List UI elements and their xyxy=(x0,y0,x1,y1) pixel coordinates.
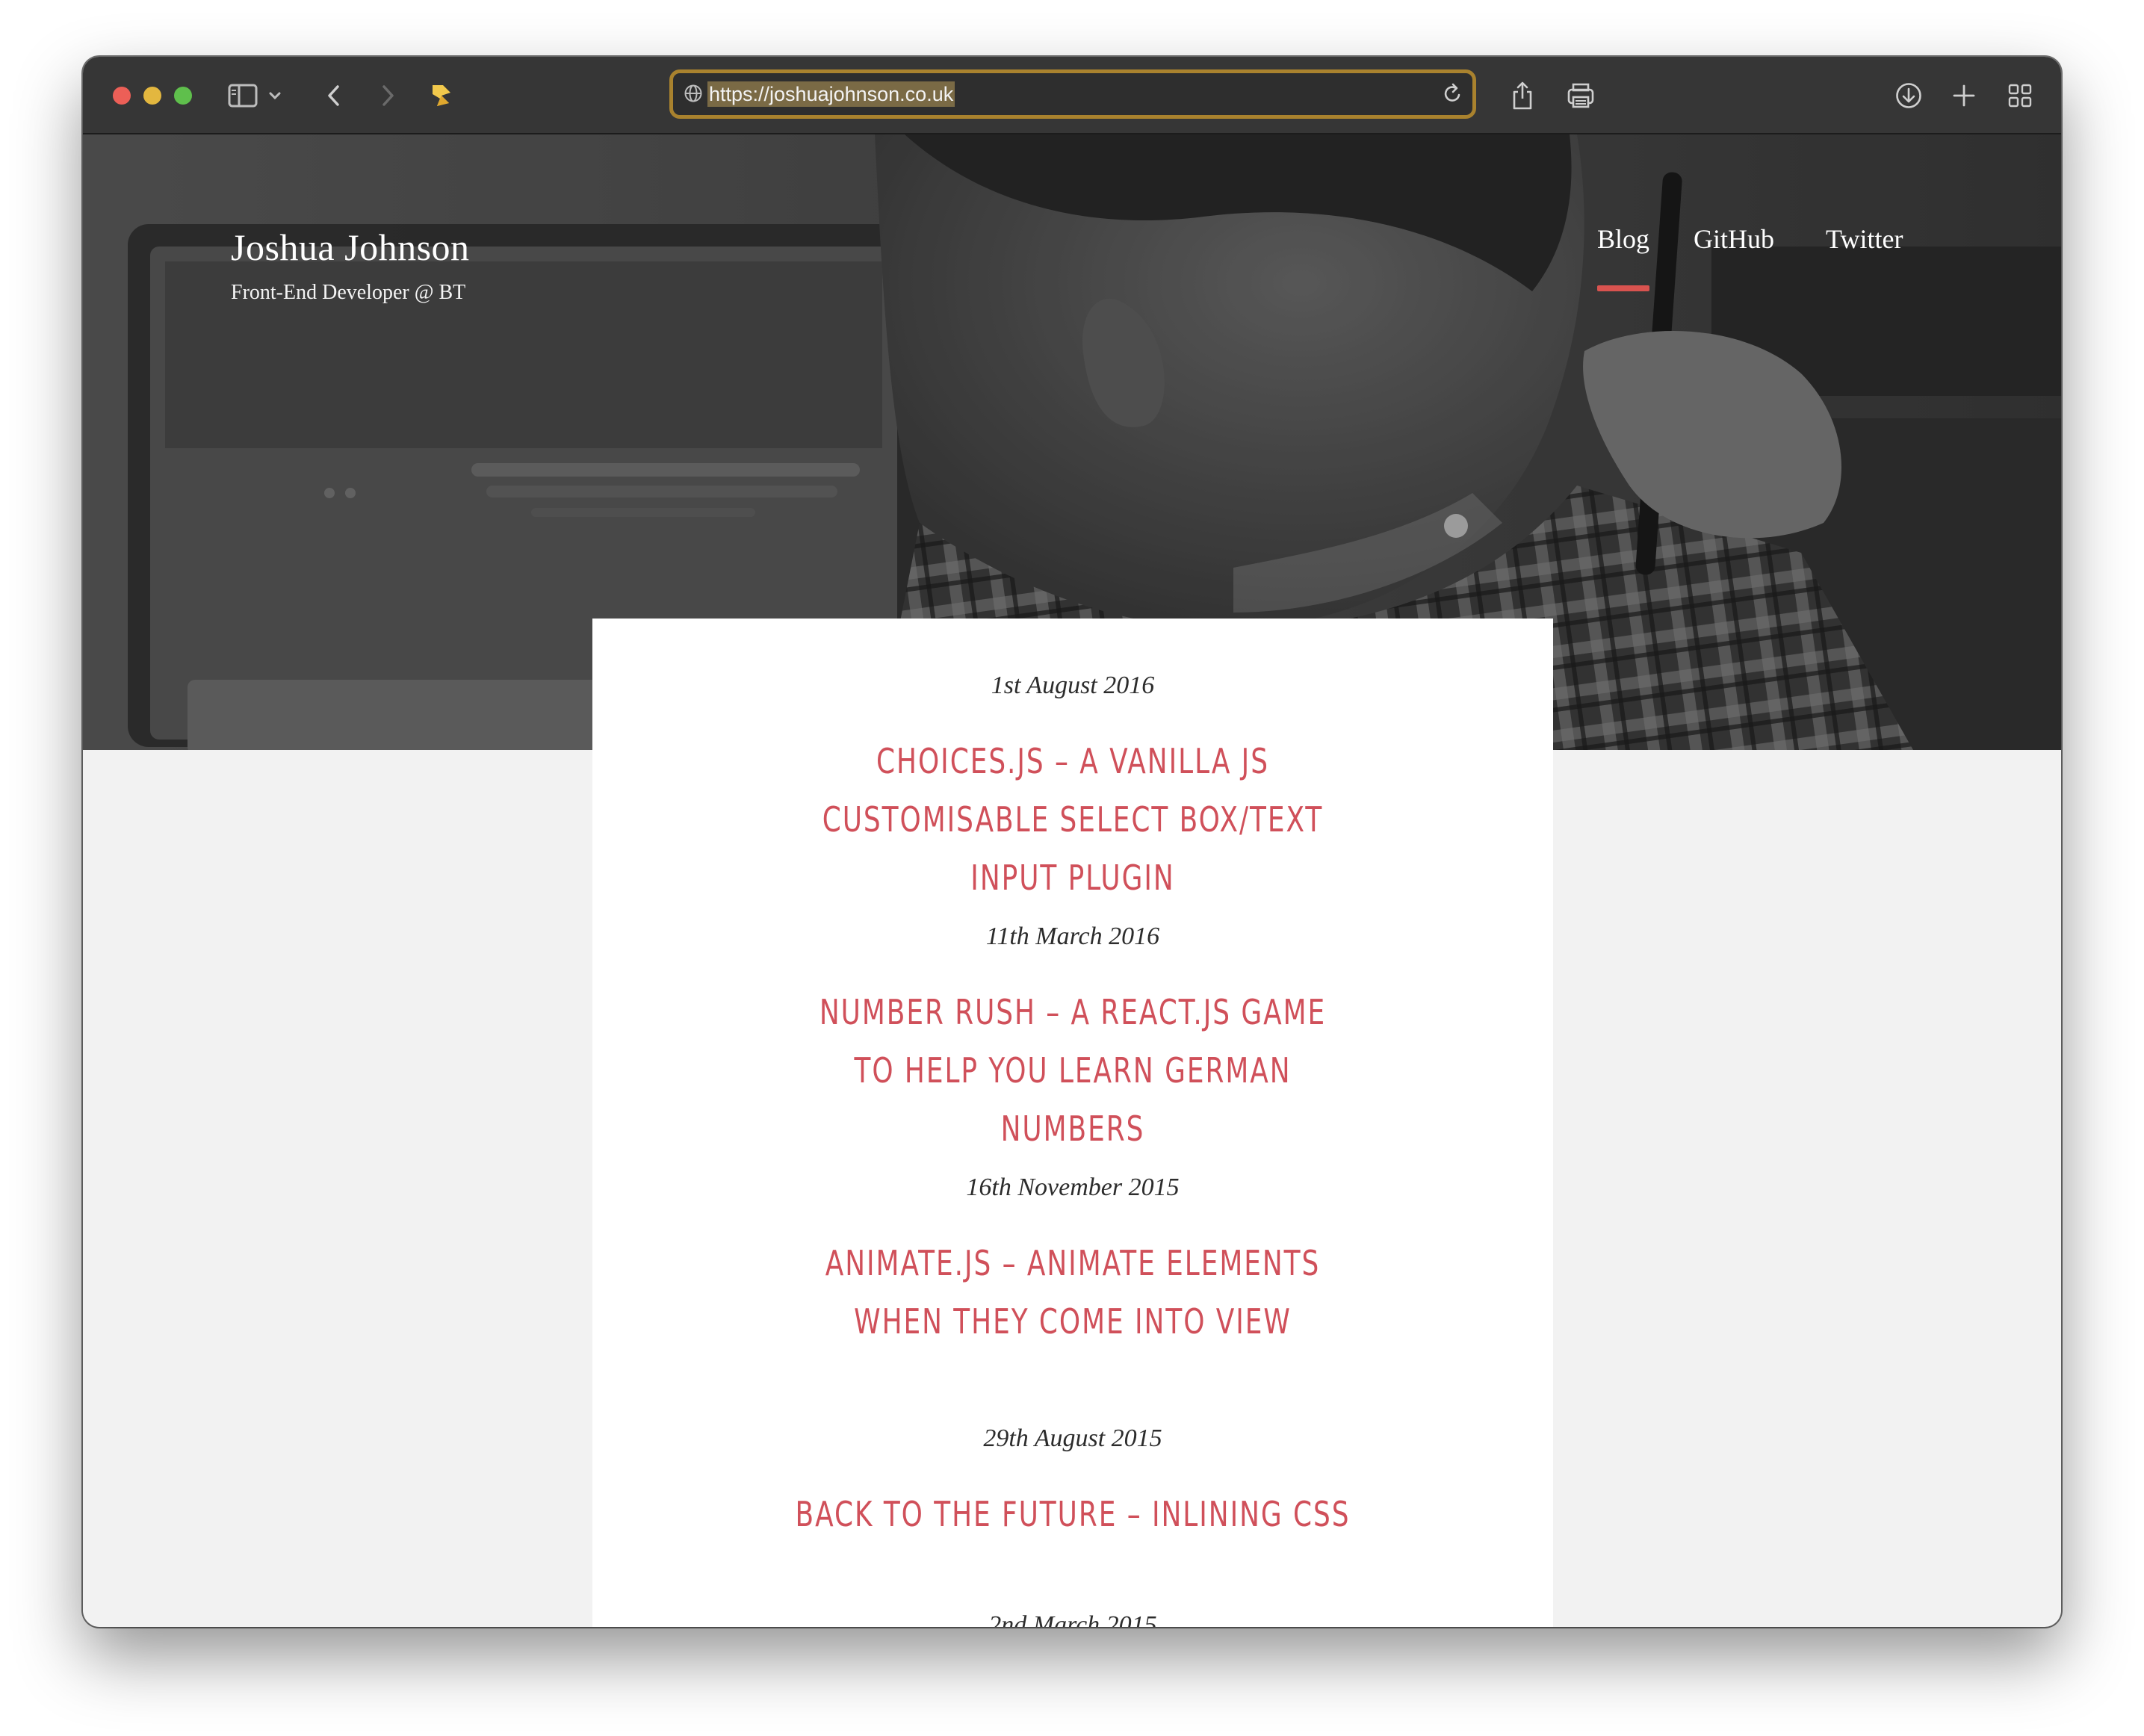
nav-item-blog[interactable]: Blog xyxy=(1597,223,1650,291)
globe-icon xyxy=(684,84,703,107)
site-subtitle: Front-End Developer @ BT xyxy=(231,281,466,304)
forward-icon[interactable] xyxy=(370,78,406,114)
site-title[interactable]: Joshua Johnson xyxy=(231,226,470,269)
post-item: 11th March 2016 Number Rush – A React.js… xyxy=(592,922,1553,1158)
sidebar-icon[interactable] xyxy=(225,78,261,114)
post-date: 11th March 2016 xyxy=(985,923,1160,950)
post-item: 16th November 2015 Animate.js – Animate … xyxy=(592,1173,1553,1351)
browser-toolbar: https://joshuajohnson.co.uk xyxy=(83,57,2061,134)
share-icon[interactable] xyxy=(1505,78,1540,114)
reload-icon[interactable] xyxy=(1443,82,1463,108)
print-icon[interactable] xyxy=(1563,78,1599,114)
tab-overview-icon[interactable] xyxy=(2002,78,2038,114)
post-title-link[interactable]: Choices.js – A vanilla JS customisable s… xyxy=(799,732,1346,907)
chevron-down-icon[interactable] xyxy=(264,78,286,114)
post-title-link[interactable]: Animate.js – Animate elements when they … xyxy=(799,1234,1346,1351)
url-text[interactable]: https://joshuajohnson.co.uk xyxy=(707,81,955,107)
new-tab-icon[interactable] xyxy=(1946,78,1982,114)
post-item: 2nd March 2015 xyxy=(592,1611,1553,1627)
zoom-window-button[interactable] xyxy=(174,87,192,105)
minimize-window-button[interactable] xyxy=(143,87,161,105)
download-icon[interactable] xyxy=(1891,78,1927,114)
post-item: 1st August 2016 Choices.js – A vanilla J… xyxy=(592,671,1553,907)
post-item: 29th August 2015 Back to the future – In… xyxy=(592,1424,1553,1543)
back-icon[interactable] xyxy=(316,78,352,114)
address-bar[interactable]: https://joshuajohnson.co.uk xyxy=(669,69,1476,119)
browser-window: https://joshuajohnson.co.uk Joshua Johns… xyxy=(83,57,2061,1627)
post-title-link[interactable]: Back to the future – Inlining CSS xyxy=(752,1485,1393,1543)
nav-item-github[interactable]: GitHub xyxy=(1694,223,1774,255)
post-date: 16th November 2015 xyxy=(966,1174,1180,1201)
post-title-link[interactable]: Number Rush – A React.js game to help yo… xyxy=(799,983,1346,1158)
post-date: 29th August 2015 xyxy=(983,1425,1162,1452)
close-window-button[interactable] xyxy=(113,87,131,105)
post-date: 2nd March 2015 xyxy=(988,1611,1157,1627)
post-date: 1st August 2016 xyxy=(991,672,1155,699)
post-list: 1st August 2016 Choices.js – A vanilla J… xyxy=(592,619,1553,1627)
nav-item-twitter[interactable]: Twitter xyxy=(1826,223,1903,255)
extension-icon[interactable] xyxy=(424,78,459,114)
